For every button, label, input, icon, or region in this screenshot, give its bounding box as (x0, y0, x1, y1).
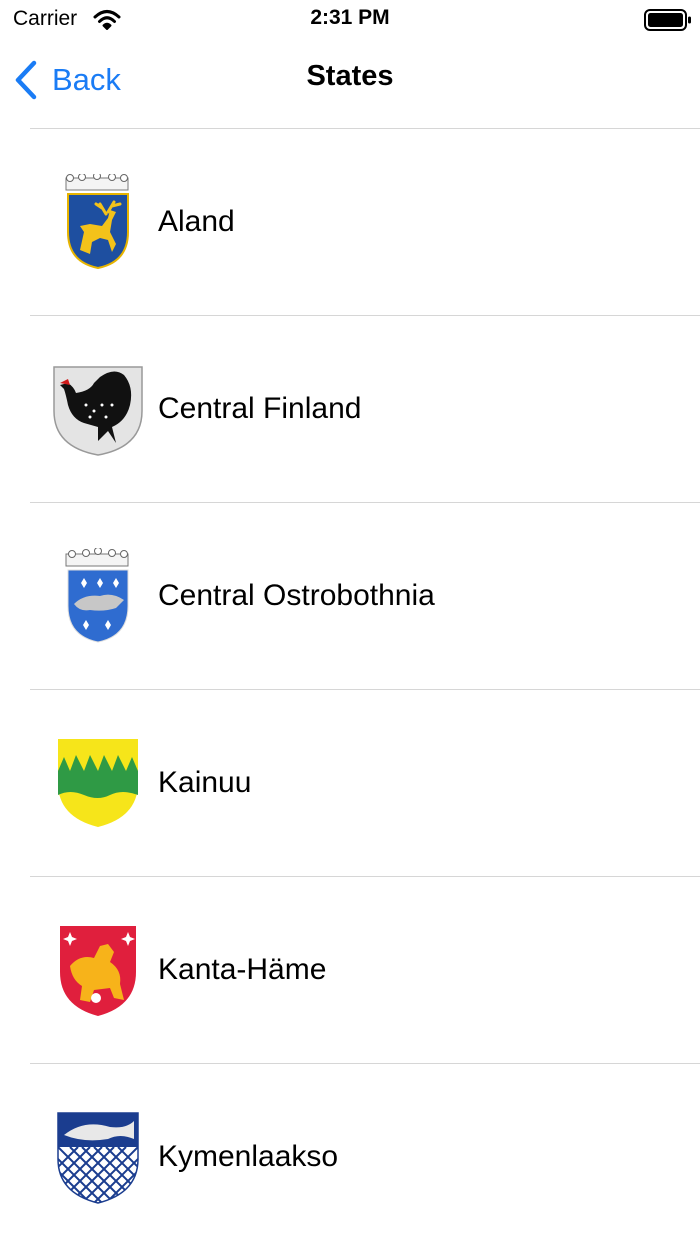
state-label: Kymenlaakso (158, 1139, 339, 1173)
state-row-central-finland[interactable]: Central Finland (0, 315, 700, 502)
central-ostrobothnia-coat-of-arms-icon (65, 548, 129, 643)
central-finland-coat-of-arms-icon (53, 366, 143, 456)
navigation-bar: Back States (0, 40, 700, 128)
row-divider (30, 689, 700, 690)
kainuu-coat-of-arms-icon (58, 739, 138, 827)
row-divider (30, 128, 700, 129)
states-list: Aland Central Finland Central Ostrobothn… (0, 128, 700, 1250)
row-divider (30, 315, 700, 316)
battery-icon (644, 9, 691, 31)
kymenlaakso-coat-of-arms-icon (57, 1112, 139, 1204)
aland-coat-of-arms-icon (65, 174, 129, 270)
state-label: Kainuu (158, 765, 252, 799)
state-label: Central Ostrobothnia (158, 578, 435, 612)
state-row-kanta-hame[interactable]: Kanta-Häme (0, 876, 700, 1063)
state-label: Kanta-Häme (158, 952, 327, 986)
status-bar: Carrier 2:31 PM (0, 0, 700, 40)
row-divider (30, 1063, 700, 1064)
state-row-aland[interactable]: Aland (0, 128, 700, 315)
status-time: 2:31 PM (310, 6, 390, 29)
state-row-kainuu[interactable]: Kainuu (0, 689, 700, 876)
state-row-kymenlaakso[interactable]: Kymenlaakso (0, 1063, 700, 1250)
state-label: Central Finland (158, 391, 362, 425)
page-title: States (306, 60, 394, 92)
row-divider (30, 876, 700, 877)
kanta-hame-coat-of-arms-icon (60, 926, 136, 1016)
state-row-central-ostrobothnia[interactable]: Central Ostrobothnia (0, 502, 700, 689)
state-label: Aland (158, 204, 235, 238)
